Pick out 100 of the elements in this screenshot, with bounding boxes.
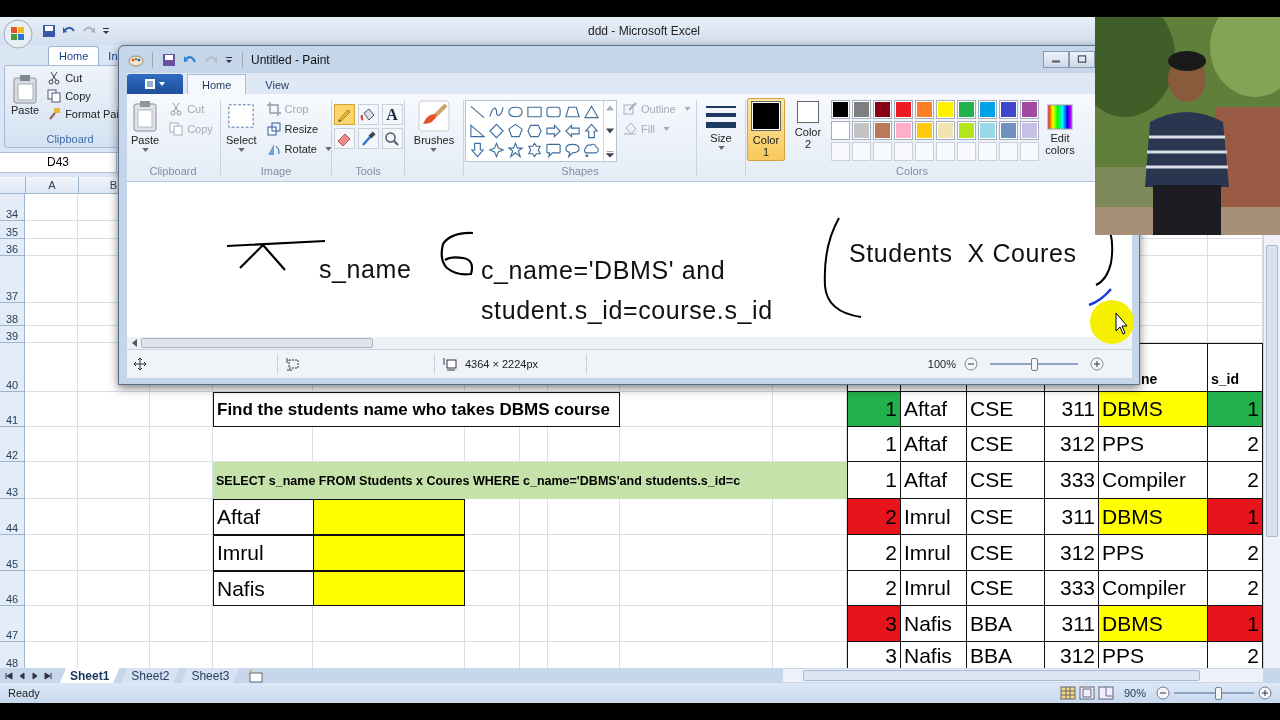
empty-color-slot[interactable] bbox=[852, 142, 871, 161]
ribbon-tab[interactable]: Home bbox=[48, 45, 100, 65]
scrollbar-thumb[interactable] bbox=[803, 670, 1200, 682]
fill-tool[interactable] bbox=[357, 104, 379, 125]
line-icon[interactable] bbox=[469, 104, 486, 120]
sheet-tab[interactable]: Sheet2 bbox=[121, 668, 180, 684]
name-box[interactable]: D43 bbox=[0, 152, 117, 173]
empty-color-slot[interactable] bbox=[978, 142, 997, 161]
page-break-icon[interactable] bbox=[1097, 686, 1114, 701]
column-header[interactable]: B bbox=[79, 177, 117, 194]
row-number[interactable]: 35 bbox=[0, 221, 25, 240]
expand-icon[interactable] bbox=[606, 151, 614, 158]
row-number[interactable]: 41 bbox=[0, 392, 25, 428]
ribbon-tab[interactable]: View bbox=[250, 74, 304, 94]
select-button[interactable]: Select bbox=[222, 98, 261, 154]
oval-callout-icon[interactable] bbox=[564, 142, 581, 158]
slider-thumb[interactable] bbox=[1031, 357, 1038, 371]
customize-icon[interactable] bbox=[101, 26, 111, 36]
new-sheet-icon[interactable] bbox=[247, 668, 266, 683]
magnifier-tool[interactable] bbox=[381, 128, 403, 149]
sheet-nav-icon[interactable] bbox=[43, 670, 53, 681]
edit-colors-button[interactable]: Edit colors bbox=[1043, 98, 1077, 158]
right-triangle-icon[interactable] bbox=[469, 123, 486, 139]
palette-color[interactable] bbox=[852, 100, 871, 119]
diamond-icon[interactable] bbox=[488, 123, 505, 139]
paste-button[interactable]: Paste bbox=[5, 69, 46, 133]
zoom-in-icon[interactable] bbox=[1258, 686, 1272, 701]
row-number[interactable]: 46 bbox=[0, 571, 25, 607]
palette-color[interactable] bbox=[978, 100, 997, 119]
text-tool[interactable]: A bbox=[381, 104, 403, 125]
empty-color-slot[interactable] bbox=[915, 142, 934, 161]
row-number[interactable]: 43 bbox=[0, 462, 25, 500]
down-arrow-icon[interactable] bbox=[469, 142, 486, 158]
office-button[interactable] bbox=[3, 19, 33, 49]
palette-color[interactable] bbox=[831, 121, 850, 140]
save-icon[interactable] bbox=[161, 51, 177, 68]
six-point-star-icon[interactable] bbox=[526, 142, 543, 158]
color-slot-button[interactable]: Color 2 bbox=[789, 98, 827, 153]
palette-color[interactable] bbox=[831, 100, 850, 119]
color-slot-button[interactable]: Color 1 bbox=[747, 98, 785, 161]
palette-color[interactable] bbox=[852, 121, 871, 140]
sheet-tab[interactable]: Sheet3 bbox=[181, 668, 240, 684]
callout-icon[interactable] bbox=[545, 142, 562, 158]
scrollbar-thumb[interactable] bbox=[1266, 245, 1278, 538]
scroll-up-icon[interactable] bbox=[606, 104, 614, 111]
palette-color[interactable] bbox=[957, 121, 976, 140]
vertical-scrollbar[interactable] bbox=[1263, 235, 1280, 669]
palette-color[interactable] bbox=[957, 100, 976, 119]
polygon-icon[interactable] bbox=[564, 104, 581, 120]
row-number[interactable]: 39 bbox=[0, 326, 25, 344]
page-layout-icon[interactable] bbox=[1078, 686, 1095, 701]
normal-view-icon[interactable] bbox=[1059, 686, 1076, 701]
palette-color[interactable] bbox=[999, 100, 1018, 119]
triangle-icon[interactable] bbox=[583, 104, 600, 120]
palette-color[interactable] bbox=[915, 121, 934, 140]
palette-color[interactable] bbox=[999, 121, 1018, 140]
ribbon-tab[interactable]: Home bbox=[187, 74, 247, 94]
sheet-tab[interactable]: Sheet1 bbox=[60, 668, 120, 684]
scroll-down-icon[interactable] bbox=[606, 127, 614, 135]
oval-icon[interactable] bbox=[507, 104, 524, 120]
palette-color[interactable] bbox=[894, 100, 913, 119]
left-arrow-icon[interactable] bbox=[564, 123, 581, 139]
customize-icon[interactable] bbox=[224, 54, 234, 65]
scroll-left-icon[interactable] bbox=[131, 339, 137, 347]
empty-color-slot[interactable] bbox=[831, 142, 850, 161]
row-number[interactable]: 48 bbox=[0, 642, 25, 669]
pencil-tool[interactable] bbox=[333, 104, 355, 125]
slider-thumb[interactable] bbox=[1215, 686, 1222, 700]
sheet-nav-icon[interactable] bbox=[17, 670, 27, 681]
picker-tool[interactable] bbox=[357, 128, 379, 149]
palette-color[interactable] bbox=[894, 121, 913, 140]
empty-color-slot[interactable] bbox=[936, 142, 955, 161]
horizontal-scrollbar[interactable] bbox=[783, 669, 1263, 683]
cloud-callout-icon[interactable] bbox=[583, 142, 600, 158]
row-number[interactable]: 45 bbox=[0, 535, 25, 572]
empty-color-slot[interactable] bbox=[1020, 142, 1039, 161]
pentagon-icon[interactable] bbox=[507, 123, 524, 139]
resize-button[interactable]: Resize bbox=[264, 120, 334, 138]
copy-button[interactable]: Copy bbox=[45, 87, 121, 104]
row-number[interactable]: 34 bbox=[0, 194, 25, 222]
rotate-button[interactable]: Rotate bbox=[264, 140, 334, 158]
row-number[interactable]: 36 bbox=[0, 239, 25, 257]
palette-color[interactable] bbox=[915, 100, 934, 119]
column-header[interactable]: A bbox=[26, 177, 79, 194]
palette-color[interactable] bbox=[936, 100, 955, 119]
star-icon[interactable] bbox=[507, 142, 524, 158]
size-button[interactable]: Size bbox=[702, 98, 740, 152]
scrollbar-thumb[interactable] bbox=[141, 338, 373, 348]
row-number[interactable]: 38 bbox=[0, 303, 25, 327]
rectangle-icon[interactable] bbox=[526, 104, 543, 120]
zoom-out-icon[interactable] bbox=[964, 357, 978, 371]
curve-icon[interactable] bbox=[488, 104, 505, 120]
row-number[interactable]: 47 bbox=[0, 606, 25, 643]
eraser-tool[interactable] bbox=[333, 128, 355, 149]
empty-color-slot[interactable] bbox=[999, 142, 1018, 161]
format-painter-button[interactable]: Format Pai bbox=[45, 105, 121, 122]
row-number[interactable]: 37 bbox=[0, 256, 25, 304]
empty-color-slot[interactable] bbox=[894, 142, 913, 161]
palette-color[interactable] bbox=[936, 121, 955, 140]
cut-button[interactable]: Cut bbox=[45, 69, 121, 86]
